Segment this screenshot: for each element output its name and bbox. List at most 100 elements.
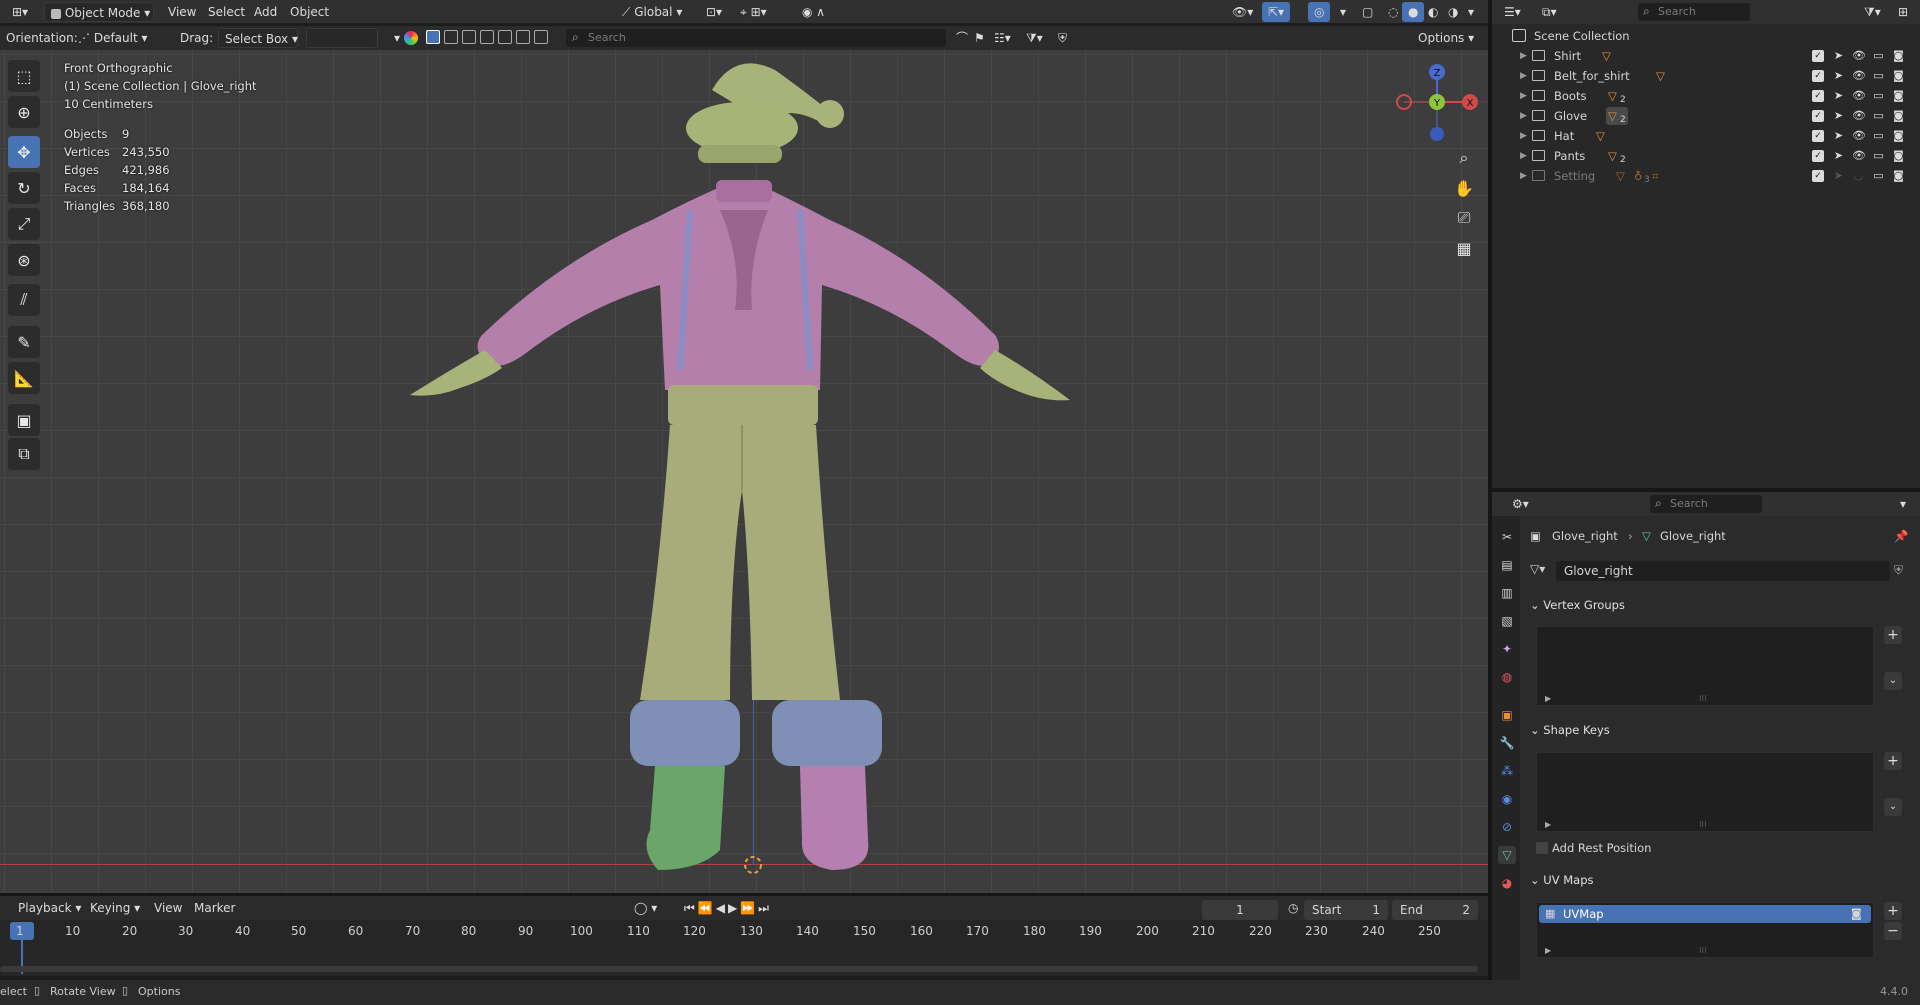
timeline-menu-view[interactable]: View xyxy=(150,898,186,918)
expand-arrow-icon[interactable]: ▶ xyxy=(1545,946,1551,955)
exclude-checkbox[interactable]: ✓ xyxy=(1812,150,1824,162)
add-cube-tool[interactable]: ▣ xyxy=(8,404,40,436)
current-frame-field[interactable]: 1 xyxy=(1202,900,1278,920)
world-tab-icon[interactable]: ◍ xyxy=(1498,668,1516,686)
gizmo-toggle[interactable]: ⇱▾ xyxy=(1262,2,1291,22)
object-tab-icon[interactable]: ▣ xyxy=(1498,706,1516,724)
select-intersect-icon[interactable] xyxy=(498,30,512,44)
exclude-checkbox[interactable]: ✓ xyxy=(1812,110,1824,122)
cursor-tool[interactable]: ⊕ xyxy=(8,96,40,128)
add-vertex-group-button[interactable]: + xyxy=(1884,626,1902,644)
transform-orientation-select[interactable]: ⟋ Global ▾ xyxy=(616,2,688,22)
material-tab-icon[interactable]: ◕ xyxy=(1498,874,1516,892)
add-shape-key-button[interactable]: + xyxy=(1884,752,1902,770)
select-box-tool[interactable]: ⬚ xyxy=(8,60,40,92)
camera-render-icon[interactable]: ◙ xyxy=(1892,89,1905,102)
particles-tab-icon[interactable]: ⁂ xyxy=(1498,762,1516,780)
vertex-group-specials-button[interactable]: ⌄ xyxy=(1884,672,1902,690)
rotate-tool[interactable]: ↻ xyxy=(8,172,40,204)
exclude-checkbox[interactable]: ✓ xyxy=(1812,70,1824,82)
eye-icon[interactable]: 👁 xyxy=(1852,149,1866,162)
select-arrow-icon[interactable]: ➤ xyxy=(1832,89,1845,102)
shape-keys-panel-header[interactable]: ⌄ Shape Keys xyxy=(1530,719,1910,741)
tool-tab-icon[interactable]: ✂ xyxy=(1498,528,1516,546)
properties-options-dropdown[interactable]: ▾ xyxy=(1894,494,1912,514)
overlays-toggle[interactable]: ◎ xyxy=(1308,2,1331,22)
outliner-editor-type[interactable]: ☰▾ xyxy=(1498,2,1527,22)
shirt-mesh[interactable] xyxy=(477,180,1000,390)
eye-icon[interactable]: 👁 xyxy=(1852,129,1866,142)
select-new-icon[interactable] xyxy=(426,30,440,44)
select-difference-icon[interactable] xyxy=(516,30,530,44)
transform-tool[interactable]: ⊛ xyxy=(8,244,40,276)
resize-grip-icon[interactable]: ⁝⁝⁝ xyxy=(1699,946,1707,955)
boot-left-mesh[interactable] xyxy=(646,766,725,870)
uv-map-item[interactable]: ▦ UVMap ◙ xyxy=(1539,905,1871,923)
horizontal-divider[interactable] xyxy=(1492,488,1920,492)
fur-cuff-right[interactable] xyxy=(772,700,882,766)
monitor-icon[interactable]: ▭ xyxy=(1872,109,1885,122)
timeline-area[interactable]: 1 10 20 30 40 50 60 70 80 90 100 110 120… xyxy=(0,920,1488,976)
mesh-browse-icon[interactable]: ▽▾ xyxy=(1530,562,1545,576)
uv-maps-panel-header[interactable]: ⌄ UV Maps xyxy=(1530,869,1910,891)
vertex-groups-panel-header[interactable]: ⌄ Vertex Groups xyxy=(1530,594,1910,616)
filter-icon[interactable]: ⧩▾ xyxy=(1020,28,1049,48)
exclude-checkbox[interactable]: ✓ xyxy=(1812,170,1824,182)
timeline-menu-playback[interactable]: Playback ▾ xyxy=(14,898,85,918)
shape-keys-list[interactable]: ▶ ⁝⁝⁝ xyxy=(1536,752,1874,832)
monitor-icon[interactable]: ▭ xyxy=(1872,49,1885,62)
eye-icon[interactable]: 👁 xyxy=(1852,69,1866,82)
exclude-checkbox[interactable]: ✓ xyxy=(1812,90,1824,102)
monitor-icon[interactable]: ▭ xyxy=(1872,89,1885,102)
navigation-gizmo[interactable]: Z X Y xyxy=(1390,60,1480,150)
pivot-point-button[interactable]: ⊡▾ xyxy=(700,2,728,22)
grid-ortho-icon[interactable]: ▦ xyxy=(1450,234,1478,262)
uv-maps-list[interactable]: ▦ UVMap ◙ ▶ ⁝⁝⁝ xyxy=(1536,902,1874,958)
snap-toggle[interactable]: ⌖ ⊞▾ xyxy=(734,2,773,22)
proportional-edit-button[interactable]: ◉ ∧ xyxy=(796,2,831,22)
eye-closed-icon[interactable]: ◡ xyxy=(1852,169,1865,182)
search-field[interactable]: ⌕ Search xyxy=(566,29,946,47)
select-arrow-icon[interactable]: ➤ xyxy=(1832,69,1845,82)
select-arrow-icon[interactable]: ➤ xyxy=(1832,49,1845,62)
resize-grip-icon[interactable]: ⁝⁝⁝ xyxy=(1699,694,1707,703)
expand-arrow-icon[interactable]: ▶ xyxy=(1545,694,1551,703)
measure-tool[interactable]: 📐 xyxy=(8,362,40,394)
empty-field[interactable] xyxy=(306,28,378,48)
gizmo-neg-z[interactable] xyxy=(1430,127,1444,141)
new-collection-icon[interactable]: ⊞ xyxy=(1892,2,1914,22)
camera-render-icon[interactable]: ◙ xyxy=(1892,109,1905,122)
output-tab-icon[interactable]: ▥ xyxy=(1498,584,1516,602)
draw-tool[interactable]: ✎ xyxy=(8,326,40,358)
exclude-checkbox[interactable]: ✓ xyxy=(1812,50,1824,62)
character-model[interactable] xyxy=(390,50,1130,890)
options-button[interactable]: Options ▾ xyxy=(1412,28,1480,48)
monitor-icon[interactable]: ▭ xyxy=(1872,69,1885,82)
visibility-button[interactable]: 👁▾ xyxy=(1226,2,1259,22)
drag-select[interactable]: Select Box ▾ xyxy=(218,28,298,48)
outliner-search[interactable]: ⌕ Search xyxy=(1638,3,1750,21)
move-tool[interactable]: ✥ xyxy=(8,136,40,168)
fur-cuff-left[interactable] xyxy=(630,700,740,766)
select-arrow-icon[interactable]: ➤ xyxy=(1832,129,1845,142)
select-extend-icon[interactable] xyxy=(444,30,458,44)
zoom-icon[interactable]: ⌕ xyxy=(1450,144,1478,172)
boot-right-mesh[interactable] xyxy=(800,766,869,870)
start-frame-field[interactable]: Start 1 xyxy=(1304,900,1388,920)
properties-editor-type[interactable]: ⚙▾ xyxy=(1506,494,1535,514)
layout-icon[interactable]: ☷▾ xyxy=(988,28,1017,48)
add-rest-position-checkbox[interactable] xyxy=(1536,842,1548,854)
remove-uv-map-button[interactable]: − xyxy=(1884,922,1902,940)
add-uv-map-button[interactable]: + xyxy=(1884,902,1902,920)
orientation-select[interactable]: ⋰ Default ▾ xyxy=(72,28,172,48)
constraints-tab-icon[interactable]: ⊘ xyxy=(1498,818,1516,836)
annotate-tool[interactable]: ⫽ xyxy=(8,284,40,316)
menu-select[interactable]: Select xyxy=(204,2,249,22)
scene-tab-icon[interactable]: ✦ xyxy=(1498,640,1516,658)
mode-select[interactable]: Object Mode ▾ xyxy=(44,2,154,22)
select-subtract-icon[interactable] xyxy=(462,30,476,44)
overlays-dropdown[interactable]: ▾ xyxy=(1334,2,1352,22)
timeline-scrollbar[interactable] xyxy=(0,966,1478,972)
select-arrow-icon[interactable]: ➤ xyxy=(1832,169,1845,182)
shield-icon[interactable]: ⛨ xyxy=(1052,28,1073,48)
